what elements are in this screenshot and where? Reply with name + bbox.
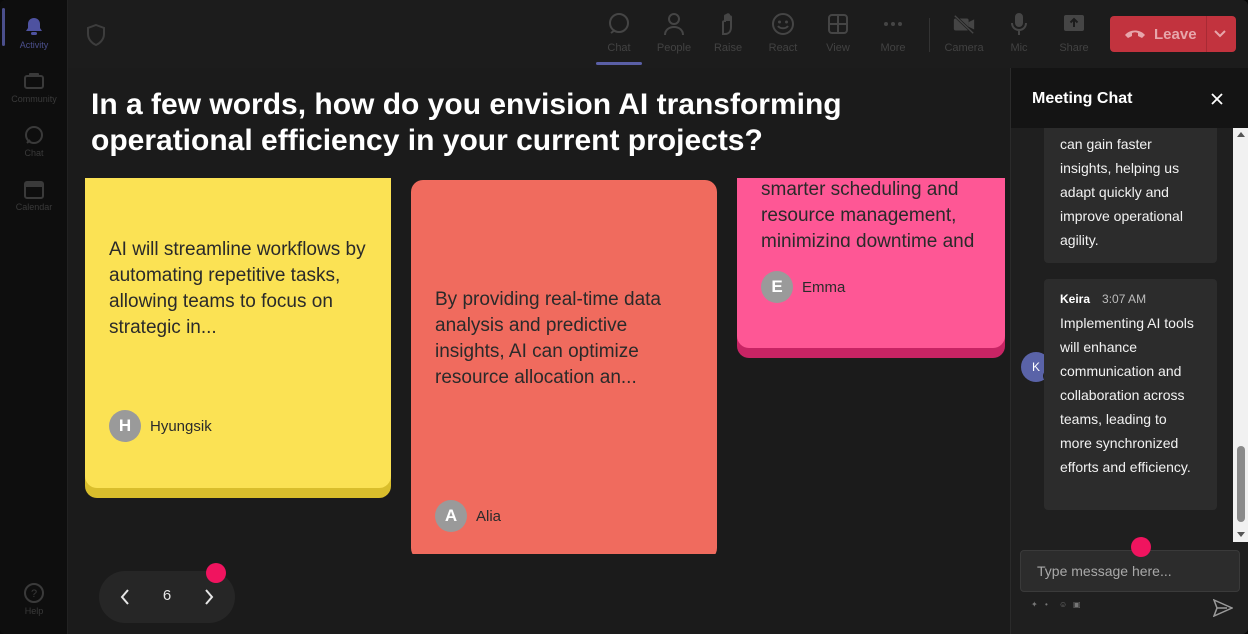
chat-message: can gain faster insights, helping us ada… xyxy=(1044,128,1217,263)
chat-header: Meeting Chat xyxy=(1011,68,1248,128)
format-toolbar: ✦ • ☺ ▣ xyxy=(1031,601,1081,609)
scroll-thumb[interactable] xyxy=(1237,446,1245,522)
card-author: A Alia xyxy=(435,500,501,532)
message-text: Implementing AI tools will enhance commu… xyxy=(1060,315,1194,475)
scroll-up-icon[interactable] xyxy=(1237,132,1245,137)
avatar: E xyxy=(761,271,793,303)
people-icon xyxy=(662,12,686,36)
card-text: smarter scheduling and resource manageme… xyxy=(761,179,975,247)
card-text: By providing real-time data analysis and… xyxy=(435,289,661,388)
chevron-left-icon[interactable] xyxy=(113,585,137,609)
toolbar-label: Share xyxy=(1059,42,1089,54)
calendar-icon xyxy=(23,178,45,200)
chat-messages: can gain faster insights, helping us ada… xyxy=(1011,128,1233,542)
toolbar-label: Chat xyxy=(607,42,631,54)
response-card[interactable]: By providing real-time data analysis and… xyxy=(411,180,717,554)
notification-dot xyxy=(1131,537,1151,557)
message-author: Keira xyxy=(1060,292,1091,306)
react-icon xyxy=(771,12,795,36)
rail-label: Chat xyxy=(24,148,44,158)
rail-label: Activity xyxy=(19,40,49,50)
rail-item-chat[interactable]: Chat xyxy=(0,114,68,166)
chat-scrollbar[interactable] xyxy=(1233,128,1248,542)
responses-board: AI will streamline workflows by automati… xyxy=(68,178,1010,554)
chat-message-input[interactable]: Type message here... xyxy=(1020,550,1240,592)
meeting-toolbar: Chat People Raise React View More Camera xyxy=(68,0,1248,68)
raise-hand-icon xyxy=(716,12,740,36)
author-name: Hyungsik xyxy=(150,417,212,435)
avatar: H xyxy=(109,410,141,442)
rail-item-community[interactable]: Community xyxy=(0,60,68,112)
toolbar-divider xyxy=(929,18,930,52)
message-meta: Keira 3:07 AM xyxy=(1044,279,1217,311)
left-rail: Activity Community Chat Calendar ? Help xyxy=(0,0,68,634)
chat-title: Meeting Chat xyxy=(1032,90,1133,107)
card-text: AI will streamline workflows by automati… xyxy=(109,239,366,338)
send-icon[interactable] xyxy=(1212,598,1234,619)
view-icon xyxy=(826,12,850,36)
scroll-down-icon[interactable] xyxy=(1237,532,1245,537)
rail-label: Calendar xyxy=(15,202,53,212)
meeting-app: Activity Community Chat Calendar ? Help xyxy=(0,0,1248,634)
toolbar-more-button[interactable]: More xyxy=(866,10,920,64)
response-card[interactable]: smarter scheduling and resource manageme… xyxy=(737,178,1005,358)
attach-icon[interactable]: • xyxy=(1045,601,1053,609)
more-icon xyxy=(881,12,905,36)
meeting-chat-panel: Meeting Chat can gain faster insights, h… xyxy=(1010,68,1248,634)
leave-label: Leave xyxy=(1154,25,1197,43)
mic-icon xyxy=(1007,12,1031,36)
toolbar-label: Camera xyxy=(944,42,984,54)
rail-label: Help xyxy=(24,606,44,616)
rail-item-help[interactable]: ? Help xyxy=(0,572,68,624)
toolbar-view-button[interactable]: View xyxy=(811,10,865,64)
hang-up-icon xyxy=(1124,26,1146,42)
toolbar-raise-button[interactable]: Raise xyxy=(701,10,755,64)
svg-text:?: ? xyxy=(31,588,37,600)
toolbar-label: Raise xyxy=(713,42,743,54)
rail-item-calendar[interactable]: Calendar xyxy=(0,168,68,220)
toolbar-share-button[interactable]: Share xyxy=(1047,10,1101,64)
response-card[interactable]: AI will streamline workflows by automati… xyxy=(85,178,391,498)
card-author: H Hyungsik xyxy=(109,410,212,442)
close-icon[interactable] xyxy=(1207,89,1227,109)
rail-label: Community xyxy=(11,94,57,104)
avatar: A xyxy=(435,500,467,532)
card-author: E Emma xyxy=(761,271,845,303)
toolbar-label: Mic xyxy=(1010,42,1028,54)
page-number: 6 xyxy=(162,587,172,604)
share-icon xyxy=(1062,12,1086,36)
chevron-right-icon[interactable] xyxy=(197,585,221,609)
chevron-down-icon[interactable] xyxy=(1210,24,1230,44)
toolbar-camera-button[interactable]: Camera xyxy=(937,10,991,64)
toolbar-react-button[interactable]: React xyxy=(756,10,810,64)
shield-icon[interactable] xyxy=(86,23,106,47)
emoji-icon[interactable]: ☺ xyxy=(1059,601,1067,609)
bell-icon xyxy=(23,16,45,38)
author-name: Emma xyxy=(802,278,846,296)
notification-dot xyxy=(206,563,226,583)
toolbar-people-button[interactable]: People xyxy=(647,10,701,64)
message-time: 3:07 AM xyxy=(1102,292,1147,306)
question-title: In a few words, how do you envision AI t… xyxy=(91,88,842,157)
toolbar-mic-button[interactable]: Mic xyxy=(992,10,1046,64)
chat-icon xyxy=(23,124,45,146)
toolbar-label: More xyxy=(880,42,906,54)
message-text: can gain faster insights, helping us ada… xyxy=(1060,136,1183,248)
leave-divider xyxy=(1206,16,1207,52)
active-tab-indicator xyxy=(596,62,642,65)
chat-message: Keira 3:07 AM Implementing AI tools will… xyxy=(1044,279,1217,510)
leave-button[interactable]: Leave xyxy=(1110,16,1236,52)
help-icon: ? xyxy=(23,582,45,604)
format-icon[interactable]: ✦ xyxy=(1031,601,1039,609)
toolbar-label: People xyxy=(656,42,692,54)
community-icon xyxy=(23,70,45,92)
gif-icon[interactable]: ▣ xyxy=(1073,601,1081,609)
chat-icon xyxy=(607,12,631,36)
author-name: Alia xyxy=(476,507,502,525)
toolbar-chat-button[interactable]: Chat xyxy=(592,10,646,64)
toolbar-label: React xyxy=(768,42,798,54)
toolbar-label: View xyxy=(826,42,850,54)
camera-off-icon xyxy=(952,12,976,36)
rail-item-activity[interactable]: Activity xyxy=(0,6,68,58)
